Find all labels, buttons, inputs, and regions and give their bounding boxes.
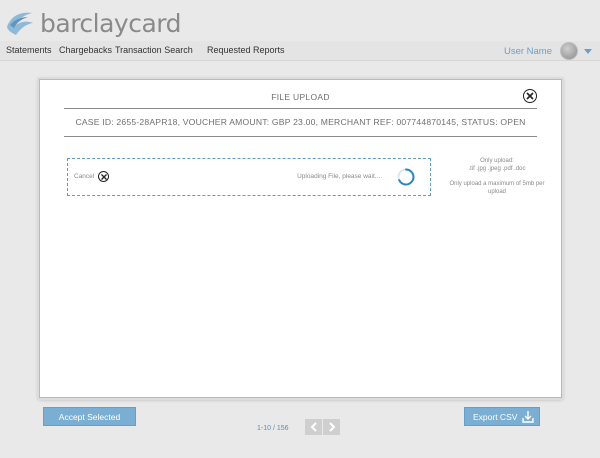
export-csv-button[interactable]: Export CSV: [464, 407, 540, 426]
upload-status: Uploading File, please wait....: [297, 173, 382, 180]
cancel-label: Cancel: [74, 173, 95, 180]
loading-spinner-icon: [397, 168, 415, 186]
cancel-upload-button[interactable]: Cancel: [74, 171, 110, 182]
upload-drop-zone[interactable]: Cancel Uploading File, please wait....: [67, 158, 431, 196]
nav-item-transaction-search[interactable]: Transaction Search: [115, 45, 193, 55]
nav-item-requested-reports[interactable]: Requested Reports: [207, 45, 285, 55]
pager-count: 1-10 / 156: [257, 425, 289, 432]
hint-formats-title: Only upload:: [480, 158, 514, 164]
close-button[interactable]: [523, 89, 537, 103]
hint-size: Only upload a maximum of 5mb per upload: [449, 181, 545, 195]
divider: [64, 108, 537, 109]
modal-title: FILE UPLOAD: [271, 92, 330, 102]
user-menu[interactable]: User Name: [504, 40, 592, 62]
nav-item-statements[interactable]: Statements: [6, 45, 52, 55]
export-csv-label: Export CSV: [473, 411, 518, 422]
brand-name: barclaycard: [40, 8, 182, 38]
file-upload-modal: FILE UPLOAD CASE ID: 2655-28APR18, VOUCH…: [39, 79, 562, 398]
close-icon: [526, 92, 534, 100]
divider: [64, 136, 537, 137]
chevron-left-icon: [310, 422, 317, 432]
chevron-right-icon: [328, 422, 335, 432]
chevron-down-icon[interactable]: [584, 48, 592, 54]
barclaycard-eagle-icon: [7, 12, 33, 35]
nav-item-chargebacks[interactable]: Chargebacks: [59, 45, 112, 55]
pager-next-button[interactable]: [323, 419, 340, 435]
user-name[interactable]: User Name: [504, 46, 552, 57]
close-icon: [98, 171, 110, 182]
accept-selected-button[interactable]: Accept Selected: [43, 407, 136, 426]
case-info: CASE ID: 2655-28APR18, VOUCHER AMOUNT: G…: [75, 117, 526, 127]
avatar[interactable]: [560, 42, 578, 60]
brand-logo[interactable]: barclaycard: [4, 5, 182, 41]
pager-prev-button[interactable]: [305, 419, 322, 435]
download-icon: [517, 407, 539, 426]
hint-formats: .tif .jpg .jpeg .pdf .doc: [468, 166, 526, 172]
